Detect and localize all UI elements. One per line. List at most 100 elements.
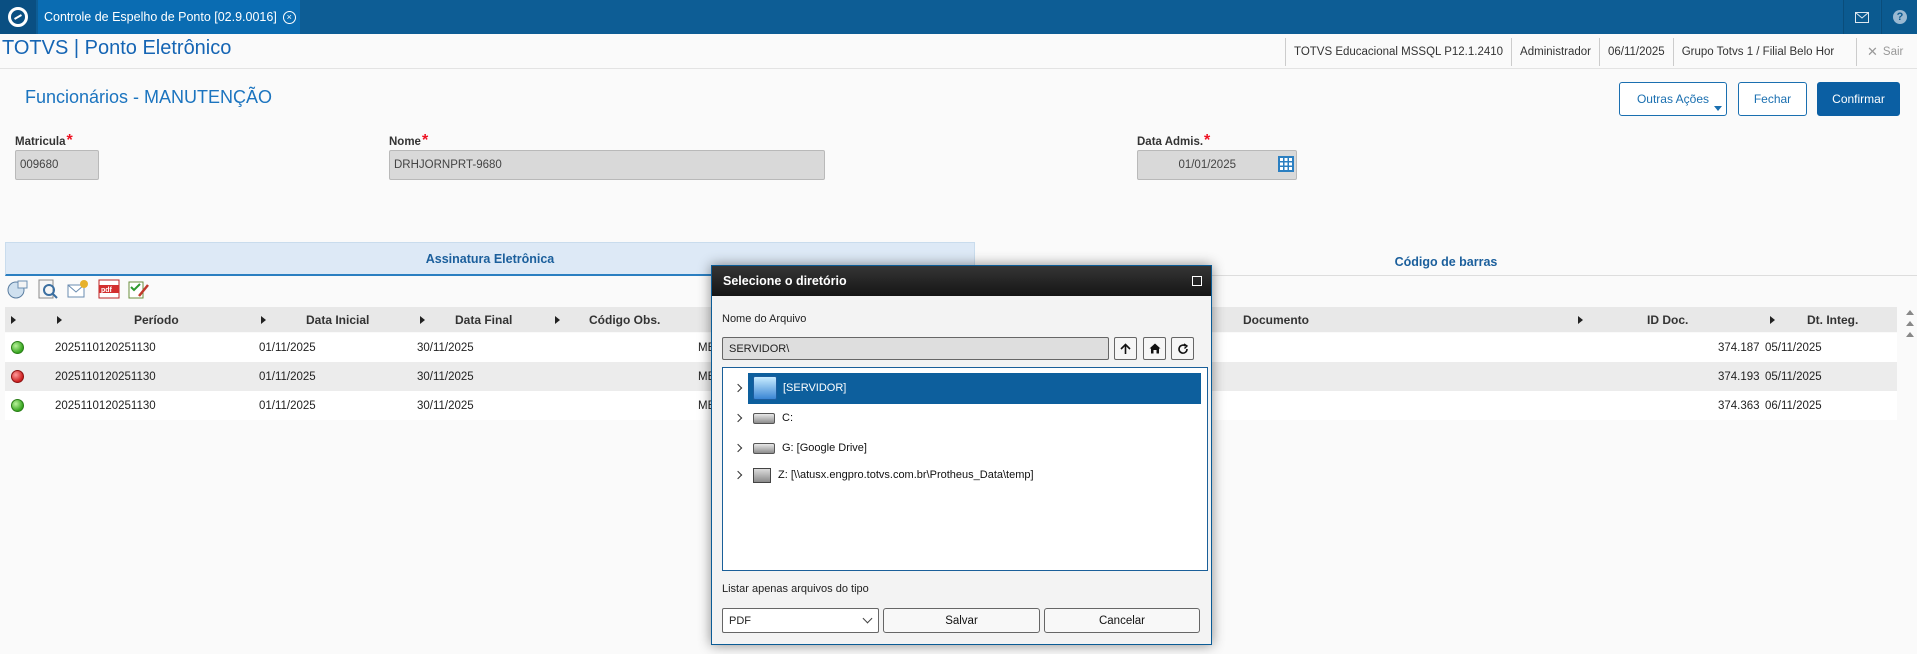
select-directory-dialog: Selecione o diretório Nome do Arquivo SE…	[711, 265, 1212, 645]
cell-periodo: 2025110120251130	[55, 341, 156, 354]
other-actions-label: Outras Ações	[1636, 92, 1710, 106]
maximize-icon[interactable]	[1192, 276, 1202, 286]
info-bar: TOTVS Educacional MSSQL P12.1.2410 Admin…	[1285, 38, 1842, 66]
tree-item-label: G: [Google Drive]	[782, 442, 867, 454]
cell-data-final: 30/11/2025	[417, 341, 474, 354]
app-title: TOTVS | Ponto Eletrônico	[2, 37, 232, 59]
other-actions-button[interactable]: Outras Ações	[1619, 82, 1727, 116]
data-admis-field[interactable]: 01/01/2025	[1137, 150, 1297, 180]
cell-data-inicial: 01/11/2025	[259, 370, 316, 383]
sort-arrow-icon[interactable]	[555, 316, 560, 324]
filter-label: Listar apenas arquivos do tipo	[722, 583, 869, 595]
row-marker-icon	[11, 316, 16, 324]
sort-arrow-icon[interactable]	[1578, 316, 1583, 324]
mail-icon[interactable]	[1843, 0, 1880, 34]
cell-id-doc: 374.363	[1718, 399, 1760, 412]
tab-controle-espelho[interactable]: Controle de Espelho de Ponto [02.9.0016]…	[38, 0, 300, 34]
sort-arrow-icon[interactable]	[57, 316, 62, 324]
page-title: Funcionários - MANUTENÇÃO	[25, 87, 273, 107]
cell-dt-integ: 05/11/2025	[1765, 370, 1822, 383]
status-red-icon	[11, 370, 24, 383]
user-label: Administrador	[1511, 38, 1599, 66]
cell-data-inicial: 01/11/2025	[259, 341, 316, 354]
tree-item-g[interactable]: G: [Google Drive]	[733, 435, 867, 461]
refresh-button[interactable]	[1171, 337, 1194, 360]
save-button[interactable]: Salvar	[883, 608, 1040, 633]
chevron-right-icon[interactable]	[733, 470, 743, 480]
totvs-logo-icon[interactable]	[0, 0, 36, 34]
col-data-final[interactable]: Data Final	[455, 307, 512, 332]
tree-item-c[interactable]: C:	[733, 405, 793, 431]
drive-icon	[753, 412, 775, 424]
cell-id-doc: 374.187	[1718, 341, 1760, 354]
matricula-field[interactable]: 009680	[15, 150, 99, 180]
date-label: 06/11/2025	[1599, 38, 1673, 66]
col-periodo[interactable]: Período	[134, 307, 179, 332]
status-green-icon	[11, 341, 24, 354]
email-icon[interactable]	[67, 279, 89, 299]
svg-text:pdf: pdf	[101, 287, 113, 294]
cell-id-doc: 374.193	[1718, 370, 1760, 383]
calendar-icon[interactable]	[1278, 156, 1294, 172]
data-admis-value: 01/01/2025	[1178, 159, 1236, 171]
grid-scrollbar[interactable]	[1902, 307, 1917, 363]
network-drive-icon	[753, 467, 771, 483]
up-folder-button[interactable]	[1114, 337, 1137, 360]
sign-icon[interactable]	[127, 279, 149, 299]
company-label: Grupo Totvs 1 / Filial Belo Hor	[1672, 38, 1843, 66]
col-documento[interactable]: Documento	[1243, 307, 1309, 332]
help-icon[interactable]: ?	[1881, 0, 1917, 34]
pdf-icon[interactable]: pdf	[98, 279, 120, 299]
close-button[interactable]: Fechar	[1738, 82, 1807, 116]
cell-data-inicial: 01/11/2025	[259, 399, 316, 412]
filename-label: Nome do Arquivo	[722, 313, 807, 325]
nome-field[interactable]: DRHJORNPRT-9680	[389, 150, 825, 180]
cell-data-final: 30/11/2025	[417, 399, 474, 412]
data-admis-label: Data Admis.*	[1137, 132, 1211, 149]
tree-item-servidor[interactable]: [SERVIDOR]	[733, 375, 847, 401]
cell-periodo: 2025110120251130	[55, 399, 156, 412]
legend-icon[interactable]	[6, 279, 28, 299]
sort-arrow-icon[interactable]	[420, 316, 425, 324]
drive-icon	[753, 442, 775, 454]
exit-button[interactable]: ✕ Sair	[1856, 38, 1903, 66]
col-dt-integ[interactable]: Dt. Integ.	[1807, 307, 1858, 332]
cell-dt-integ: 05/11/2025	[1765, 341, 1822, 354]
sort-arrow-icon[interactable]	[1770, 316, 1775, 324]
chevron-down-icon	[862, 613, 873, 624]
col-id-doc[interactable]: ID Doc.	[1647, 307, 1688, 332]
tree-item-label: [SERVIDOR]	[783, 382, 847, 394]
tab-title: Controle de Espelho de Ponto [02.9.0016]	[44, 10, 277, 24]
col-codigo-obs[interactable]: Código Obs.	[589, 307, 660, 332]
chevron-right-icon[interactable]	[733, 383, 743, 393]
header-divider	[0, 68, 1917, 69]
sort-arrow-icon[interactable]	[261, 316, 266, 324]
tree-item-label: C:	[782, 412, 793, 424]
environment-label: TOTVS Educacional MSSQL P12.1.2410	[1285, 38, 1511, 66]
cancel-button[interactable]: Cancelar	[1044, 608, 1200, 633]
file-type-select[interactable]: PDF	[722, 608, 879, 633]
exit-label: Sair	[1882, 46, 1904, 58]
chevron-right-icon[interactable]	[733, 413, 743, 423]
matricula-label: Matricula*	[15, 132, 73, 149]
chevron-down-icon	[1714, 106, 1722, 111]
cell-dt-integ: 06/11/2025	[1765, 399, 1822, 412]
tree-item-label: Z: [\\atusx.engpro.totvs.com.br\Protheus…	[778, 469, 1034, 481]
nome-label: Nome*	[389, 132, 429, 149]
directory-tree[interactable]: [SERVIDOR] C: G: [Google Drive] Z: [\\at…	[722, 367, 1208, 571]
close-tab-icon[interactable]: ×	[282, 10, 296, 24]
confirm-button[interactable]: Confirmar	[1817, 82, 1900, 116]
status-green-icon	[11, 399, 24, 412]
cell-data-final: 30/11/2025	[417, 370, 474, 383]
close-icon: ✕	[1867, 44, 1878, 59]
file-type-value: PDF	[729, 614, 751, 627]
server-icon	[753, 376, 777, 400]
dialog-title: Selecione o diretório	[712, 266, 1211, 296]
home-button[interactable]	[1143, 337, 1166, 360]
search-doc-icon[interactable]	[37, 279, 59, 299]
tree-item-z[interactable]: Z: [\\atusx.engpro.totvs.com.br\Protheus…	[733, 462, 1034, 488]
chevron-right-icon[interactable]	[733, 443, 743, 453]
cell-periodo: 2025110120251130	[55, 370, 156, 383]
path-input[interactable]: SERVIDOR\	[722, 337, 1109, 360]
col-data-inicial[interactable]: Data Inicial	[306, 307, 369, 332]
